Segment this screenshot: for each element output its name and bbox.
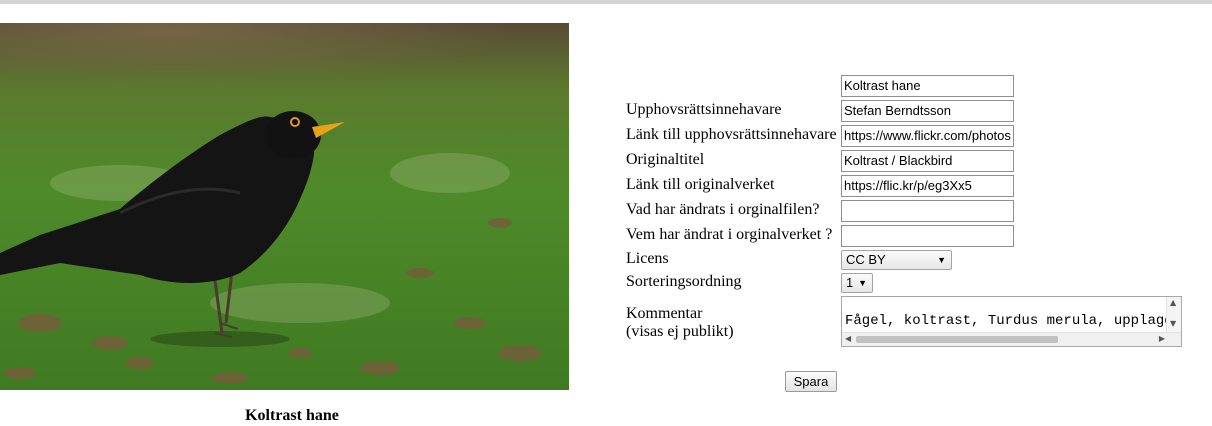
top-bar <box>0 0 1212 4</box>
horizontal-scroll-thumb[interactable] <box>856 336 1058 343</box>
original-title-input[interactable]: Koltrast / Blackbird <box>841 150 1014 172</box>
chevron-down-icon: ▼ <box>937 255 946 265</box>
image-caption: Koltrast hane <box>245 407 339 424</box>
original-link-label: Länk till originalverket <box>626 176 775 193</box>
scroll-left-icon[interactable]: ◀ <box>845 334 851 343</box>
original-title-label: Originaltitel <box>626 151 705 168</box>
sort-order-select[interactable]: 1 ▼ <box>841 273 873 293</box>
changed-who-input[interactable] <box>841 225 1014 247</box>
comment-textarea[interactable]: Fågel, koltrast, Turdus merula, upplagd … <box>841 296 1182 347</box>
comment-text: Fågel, koltrast, Turdus merula, upplagd <box>845 313 1173 329</box>
title-input[interactable]: Koltrast hane <box>841 75 1014 97</box>
original-link-input[interactable]: https://flic.kr/p/eg3Xx5 <box>841 175 1014 197</box>
changed-what-input[interactable] <box>841 200 1014 222</box>
scroll-up-icon[interactable]: ▲ <box>1170 298 1176 307</box>
copyright-link-label: Länk till upphovsrättsinnehavare <box>626 126 837 143</box>
sort-order-label: Sorteringsordning <box>626 273 742 290</box>
changed-who-label: Vem har ändrat i orginalverket ? <box>626 226 833 243</box>
horizontal-scrollbar[interactable]: ◀ ▶ <box>842 332 1181 346</box>
scroll-right-icon[interactable]: ▶ <box>1159 334 1165 343</box>
license-label: Licens <box>626 250 669 267</box>
chevron-down-icon: ▼ <box>858 278 867 288</box>
license-select-value: CC BY <box>846 252 886 267</box>
changed-what-label: Vad har ändrats i orginalfilen? <box>626 201 820 218</box>
copyright-link-input[interactable]: https://www.flickr.com/photos <box>841 125 1014 147</box>
save-button[interactable]: Spara <box>785 371 837 392</box>
sort-order-value: 1 <box>846 275 854 290</box>
bird-photo <box>0 23 569 390</box>
copyright-holder-label: Upphovsrättsinnehavare <box>626 101 782 118</box>
scroll-down-icon[interactable]: ▼ <box>1170 319 1176 328</box>
copyright-holder-input[interactable]: Stefan Berndtsson <box>841 100 1014 122</box>
license-select[interactable]: CC BY ▼ <box>841 250 952 270</box>
vertical-scrollbar[interactable]: ▲ ▼ <box>1166 297 1181 333</box>
comment-label: Kommentar <box>626 305 703 322</box>
comment-sublabel: (visas ej publikt) <box>626 323 734 340</box>
